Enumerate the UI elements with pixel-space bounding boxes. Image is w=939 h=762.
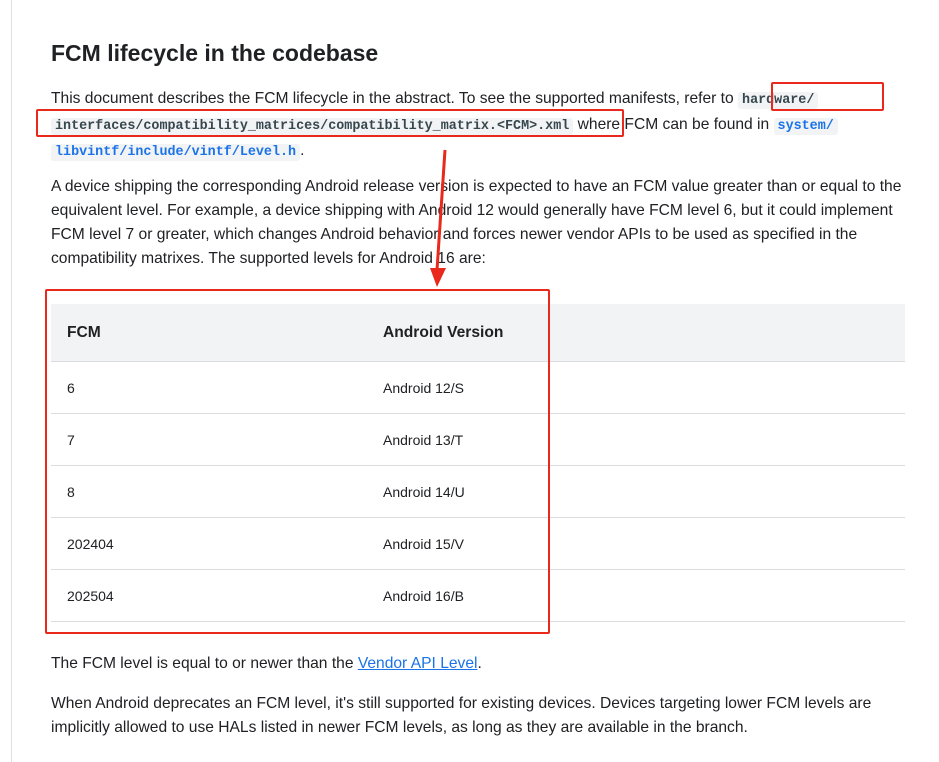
arrow-line — [435, 149, 447, 271]
arrow-head — [430, 268, 446, 287]
arrow-annotation — [430, 149, 447, 287]
